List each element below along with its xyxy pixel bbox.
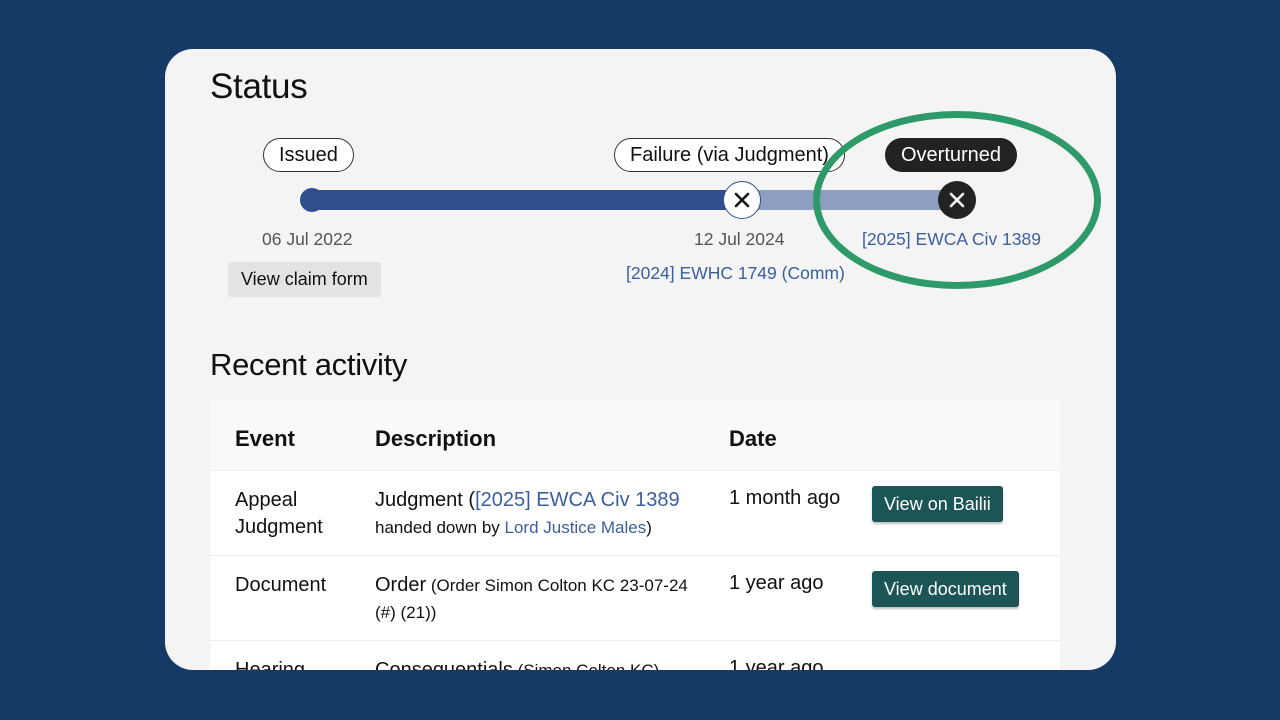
overturned-citation-link[interactable]: [2025] EWCA Civ 1389 [862,229,1041,250]
stage-pill-issued: Issued [263,138,354,172]
table-row: Appeal Judgment Judgment ([2025] EWCA Ci… [210,470,1060,555]
description-main: Consequentials [375,659,513,670]
overturned-x-icon [938,181,976,219]
failure-date: 12 Jul 2024 [694,229,785,249]
judgment-citation-link[interactable]: [2025] EWCA Civ 1389 [475,489,680,511]
date-cell: 1 year ago [729,657,824,670]
issued-date: 06 Jul 2022 [262,229,353,249]
description-close: ) [646,518,652,537]
stage-pill-failure: Failure (via Judgment) [614,138,845,172]
view-document-button[interactable]: View document [872,571,1019,607]
description-cell: Consequentials (Simon Colton KC) [375,657,710,670]
description-main: Order [375,574,427,596]
case-card: Status Issued Failure (via Judgment) Ove… [165,49,1116,670]
description-cell: Order (Order Simon Colton KC 23-07-24 (#… [375,572,710,626]
event-cell: Appeal Judgment [235,489,323,538]
timeline-track-later [740,190,955,210]
table-row: Document Order (Order Simon Colton KC 23… [210,555,1060,640]
description-open: ( [462,489,476,511]
column-header-description: Description [375,426,497,451]
timeline-start-dot [300,188,324,212]
event-cell: Hearing [235,659,306,670]
failure-citation-link[interactable]: [2024] EWHC 1749 (Comm) [626,263,845,284]
view-on-bailii-button[interactable]: View on Bailii [872,486,1003,522]
table-row: Hearing Consequentials (Simon Colton KC)… [210,640,1060,670]
view-claim-form-button[interactable]: View claim form [228,262,381,297]
failure-x-icon [723,181,761,219]
activity-table: Event Description Date Appeal Judgment J… [210,400,1060,670]
column-header-date: Date [729,426,777,451]
description-cell: Judgment ([2025] EWCA Civ 1389 handed do… [375,487,710,541]
status-heading: Status [210,67,308,106]
timeline-track-complete [305,190,745,210]
description-main: Judgment [375,489,463,511]
stage-pill-overturned: Overturned [885,138,1018,172]
table-header: Event Description Date [210,400,1060,470]
description-handed-down: handed down by [375,518,505,537]
description-detail: (Simon Colton KC) [513,661,660,670]
judge-link[interactable]: Lord Justice Males [505,518,647,537]
date-cell: 1 month ago [729,487,841,509]
recent-activity-heading: Recent activity [210,347,408,382]
column-header-event: Event [235,426,295,451]
event-cell: Document [235,574,327,596]
date-cell: 1 year ago [729,572,824,594]
